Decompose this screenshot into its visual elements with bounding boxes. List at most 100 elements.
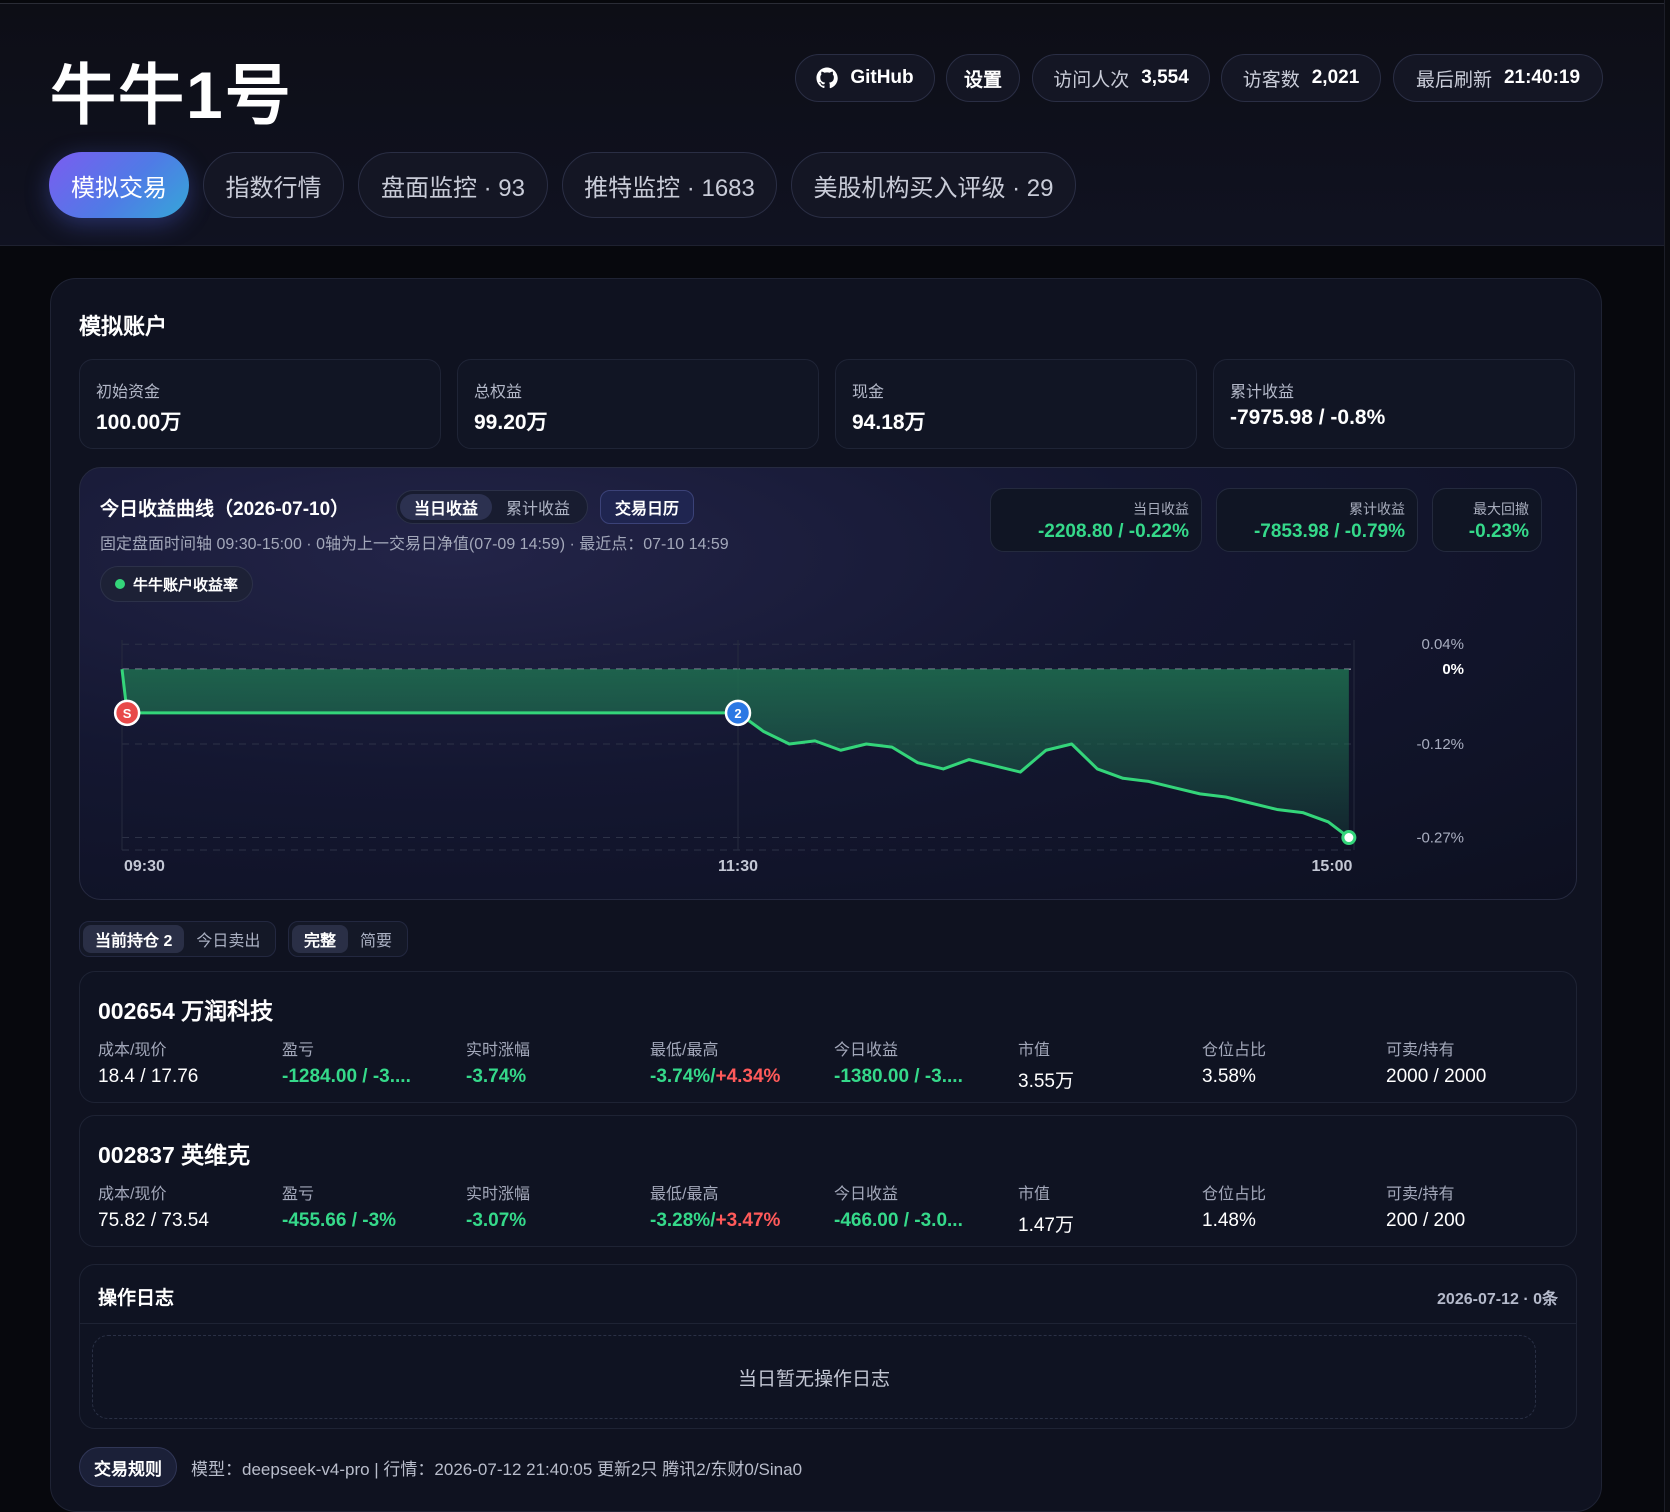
- stat-value: 99.20万: [474, 411, 548, 434]
- log-title: 操作日志: [98, 1288, 175, 1309]
- series-area: [122, 669, 1349, 838]
- stat-value: 94.18万: [852, 411, 926, 434]
- stat-initial-capital: 初始资金 100.00万: [79, 359, 441, 449]
- col-label: 成本/现价: [98, 1042, 167, 1059]
- github-button[interactable]: GitHub: [795, 54, 935, 102]
- col-value: 1.48%: [1202, 1210, 1256, 1231]
- col-value: 75.82 / 73.54: [98, 1210, 209, 1231]
- holding-card[interactable]: 002837 英维克 成本/现价 75.82 / 73.54 盈亏 -455.66 …: [79, 1115, 1577, 1247]
- col-label: 成本/现价: [98, 1186, 167, 1203]
- stat-label: 累计收益: [1230, 384, 1295, 401]
- col-label: 可卖/持有: [1386, 1042, 1455, 1059]
- pnl-chart-card: 今日收益曲线（2026-07-10） 当日收益 累计收益 交易日历 固定盘面时间…: [79, 467, 1577, 900]
- tab-twitter-monitor[interactable]: 推特监控 · 1683: [562, 152, 777, 218]
- col-value: -466.00 / -3.0...: [834, 1210, 963, 1231]
- y-tick-label: -0.12%: [1416, 736, 1464, 753]
- holding-name: 002654 万润科技: [98, 998, 274, 1024]
- view-mode-tabs: 完整 简要: [288, 921, 409, 957]
- visitors-counter: 访客数 2,021: [1221, 54, 1381, 102]
- col-value: -1380.00 / -3....: [834, 1066, 963, 1087]
- view-brief-button[interactable]: 简要: [348, 925, 404, 953]
- stat-total-equity: 总权益 99.20万: [457, 359, 819, 449]
- divider: [80, 1323, 1576, 1324]
- tab-sim-trading[interactable]: 模拟交易: [49, 152, 189, 218]
- col-cost-price: 成本/现价 75.82 / 73.54: [98, 1180, 268, 1232]
- col-label: 盈亏: [282, 1042, 315, 1059]
- footer: 交易规则 模型：deepseek-v4-pro | 行情：2026-07-12 …: [79, 1447, 802, 1487]
- log-meta: 2026-07-12 · 0条: [1437, 1291, 1558, 1308]
- x-tick-label: 09:30: [124, 858, 165, 875]
- stat-value: 100.00万: [96, 411, 182, 434]
- col-sell-hold: 可卖/持有 2000 / 2000: [1386, 1036, 1556, 1088]
- header: 牛牛1号 GitHub 设置 访问人次 3,554 访客数 2,021 最后刷新…: [0, 4, 1670, 246]
- trade-marker-label: 2: [734, 706, 741, 721]
- col-label: 市值: [1018, 1042, 1051, 1059]
- visits-value: 3,554: [1141, 67, 1189, 88]
- col-label: 今日收益: [834, 1186, 899, 1203]
- trading-rules-button[interactable]: 交易规则: [79, 1447, 177, 1487]
- refresh-label: 最后刷新: [1415, 69, 1492, 91]
- stat-value: -7975.98 / -0.8%: [1230, 406, 1386, 429]
- y-tick-label: 0%: [1442, 661, 1464, 678]
- account-title: 模拟账户: [79, 314, 168, 339]
- high-value: +3.47%: [715, 1210, 781, 1231]
- col-change: 实时涨幅 -3.07%: [466, 1180, 636, 1232]
- settings-button[interactable]: 设置: [946, 54, 1020, 102]
- col-value: -1284.00 / -3....: [282, 1066, 411, 1087]
- col-weight: 仓位占比 3.58%: [1202, 1036, 1372, 1088]
- visitors-label: 访客数: [1242, 69, 1300, 91]
- tab-index-market[interactable]: 指数行情: [203, 152, 344, 218]
- log-empty-state: 当日暂无操作日志: [92, 1335, 1536, 1419]
- col-label: 仓位占比: [1202, 1042, 1267, 1059]
- col-label: 可卖/持有: [1386, 1186, 1455, 1203]
- col-market-value: 市值 1.47万: [1018, 1180, 1188, 1237]
- low-value: -3.74%: [650, 1066, 711, 1087]
- col-value: -3.28%/+3.47%: [650, 1210, 781, 1231]
- col-label: 仓位占比: [1202, 1186, 1267, 1203]
- holding-name: 002837 英维克: [98, 1142, 251, 1168]
- col-value: -3.74%: [466, 1066, 527, 1087]
- footer-info: 模型：deepseek-v4-pro | 行情：2026-07-12 21:40…: [191, 1459, 803, 1479]
- col-pnl: 盈亏 -455.66 / -3%: [282, 1180, 452, 1232]
- col-label: 市值: [1018, 1186, 1051, 1203]
- stat-label: 现金: [852, 384, 885, 401]
- refresh-value: 21:40:19: [1503, 67, 1581, 88]
- visitors-value: 2,021: [1311, 67, 1360, 88]
- col-weight: 仓位占比 1.48%: [1202, 1180, 1372, 1232]
- app-title: 牛牛1号: [50, 58, 293, 132]
- stat-cumulative-return: 累计收益 -7975.98 / -0.8%: [1213, 359, 1575, 449]
- page-scrollbar[interactable]: [1664, 0, 1670, 1512]
- y-tick-label: -0.27%: [1416, 830, 1464, 847]
- col-label: 盈亏: [282, 1186, 315, 1203]
- tab-sold-today[interactable]: 今日卖出: [184, 925, 272, 953]
- col-value: 18.4 / 17.76: [98, 1066, 199, 1087]
- tab-market-monitor[interactable]: 盘面监控 · 93: [358, 152, 548, 218]
- holding-card[interactable]: 002654 万润科技 成本/现价 18.4 / 17.76 盈亏 -1284.00…: [79, 971, 1577, 1103]
- github-icon: [816, 67, 839, 89]
- col-value: -3.07%: [466, 1210, 527, 1231]
- stat-cash: 现金 94.18万: [835, 359, 1197, 449]
- x-tick-label: 11:30: [718, 858, 758, 875]
- stat-label: 初始资金: [96, 384, 161, 401]
- pnl-chart[interactable]: 0.04% 0% -0.12% -0.27% 09:30 11:30 15:00 S 2: [80, 468, 1578, 901]
- col-low-high: 最低/最高 -3.28%/+3.47%: [650, 1180, 820, 1232]
- visits-counter: 访问人次 3,554: [1032, 54, 1210, 102]
- tab-current-holdings[interactable]: 当前持仓 2: [83, 925, 185, 953]
- tab-us-ratings[interactable]: 美股机构买入评级 · 29: [791, 152, 1076, 218]
- sim-account-panel: 模拟账户 初始资金 100.00万 总权益 99.20万 现金 94.18万 累…: [50, 278, 1602, 1512]
- col-value: 2000 / 2000: [1386, 1066, 1487, 1087]
- col-pnl: 盈亏 -1284.00 / -3....: [282, 1036, 452, 1088]
- github-label: GitHub: [850, 67, 914, 88]
- col-change: 实时涨幅 -3.74%: [466, 1036, 636, 1088]
- col-today-pnl: 今日收益 -466.00 / -3.0...: [834, 1180, 1004, 1232]
- operation-log: 操作日志 2026-07-12 · 0条 当日暂无操作日志: [79, 1264, 1577, 1429]
- y-tick-label: 0.04%: [1421, 636, 1464, 653]
- stat-label: 总权益: [474, 384, 523, 401]
- col-sell-hold: 可卖/持有 200 / 200: [1386, 1180, 1556, 1232]
- view-full-button[interactable]: 完整: [292, 925, 349, 953]
- visits-label: 访问人次: [1053, 69, 1130, 91]
- start-marker-label: S: [123, 706, 132, 721]
- col-value: -455.66 / -3%: [282, 1210, 397, 1231]
- last-refresh: 最后刷新 21:40:19: [1393, 54, 1603, 102]
- col-value: 1.47万: [1018, 1215, 1074, 1236]
